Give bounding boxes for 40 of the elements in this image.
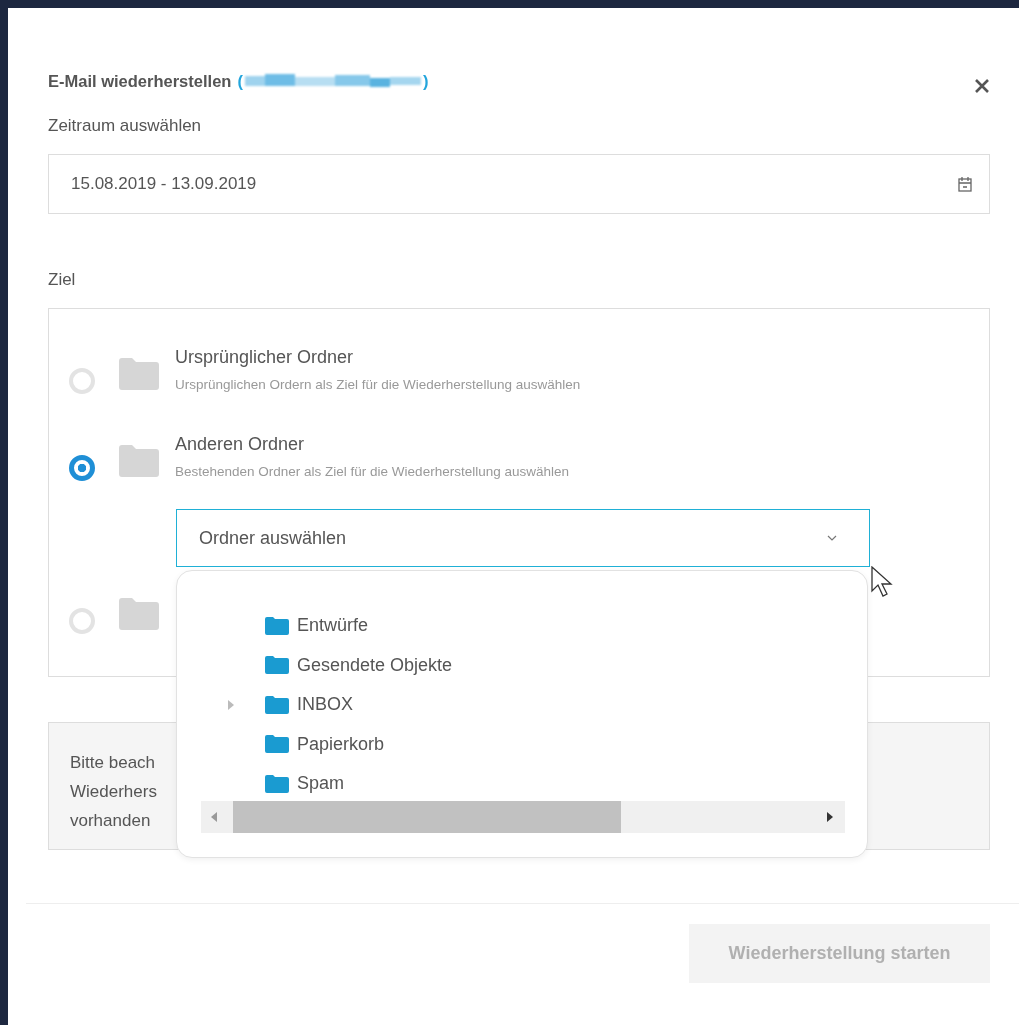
chevron-down-icon bbox=[827, 535, 837, 541]
paren: ( bbox=[237, 71, 243, 91]
date-range-value: 15.08.2019 - 13.09.2019 bbox=[71, 174, 257, 194]
folder-item[interactable]: INBOX bbox=[201, 685, 845, 725]
notice-text: vorhanden bbox=[70, 810, 151, 832]
notice-text: Bitte beach bbox=[70, 752, 156, 774]
scrollbar-thumb[interactable] bbox=[233, 800, 621, 833]
field-label: Ziel bbox=[48, 270, 77, 290]
notice-text: Wiederhers bbox=[70, 781, 157, 803]
date-range-field[interactable]: 15.08.2019 - 13.09.2019 bbox=[48, 154, 990, 214]
field-label: Zeitraum auswählen bbox=[48, 116, 203, 136]
radio-button[interactable] bbox=[69, 455, 95, 481]
folder-item[interactable]: Spam bbox=[201, 764, 845, 804]
folder-icon bbox=[119, 358, 159, 390]
folder-item[interactable]: Entwürfe bbox=[201, 606, 845, 646]
option-description: Bestehenden Ordner als Ziel für die Wiederherstellung auswählen bbox=[175, 464, 569, 479]
calendar-icon bbox=[958, 176, 972, 192]
option-title: Anderen Ordner bbox=[175, 434, 306, 455]
close-button[interactable] bbox=[974, 78, 990, 94]
folder-icon bbox=[265, 695, 289, 714]
select-placeholder: Ordner auswählen bbox=[199, 527, 347, 549]
paren: ) bbox=[422, 71, 429, 91]
caret-right-icon[interactable] bbox=[227, 699, 235, 710]
folder-item[interactable]: Gesendete Objekte bbox=[201, 645, 845, 685]
folder-item[interactable]: Papierkorb bbox=[201, 724, 845, 764]
folder-icon bbox=[265, 735, 289, 754]
scroll-right-icon[interactable] bbox=[827, 811, 833, 822]
option-title: Ursprünglicher Ordner bbox=[175, 347, 355, 368]
dialog-title: E-Mail wiederherstellen bbox=[48, 71, 232, 91]
folder-icon bbox=[265, 616, 289, 635]
option-description: Ursprünglichen Ordern als Ziel für die Wiederherstellung auswählen bbox=[175, 377, 581, 392]
folder-icon bbox=[119, 445, 159, 477]
scroll-left-icon[interactable] bbox=[211, 811, 217, 822]
folder-icon bbox=[265, 656, 289, 675]
close-icon bbox=[974, 78, 990, 94]
horizontal-scrollbar[interactable] bbox=[201, 800, 845, 833]
folder-icon bbox=[119, 598, 159, 630]
mouse-cursor bbox=[871, 566, 893, 598]
folder-icon bbox=[265, 774, 289, 793]
folder-select[interactable]: Ordner auswählen bbox=[176, 509, 870, 567]
